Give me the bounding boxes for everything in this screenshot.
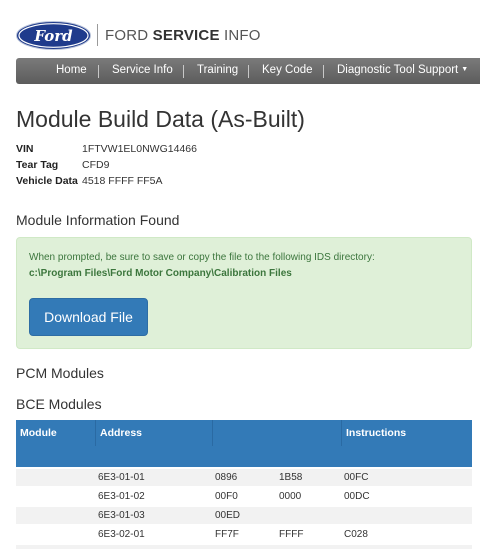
cell-value-1: 0896 [215,472,238,483]
vin-label: VIN [16,143,34,155]
vehicle-data-value: 4518 FFFF FF5A [82,175,163,187]
page-title: Module Build Data (As-Built) [16,106,305,132]
column-header-instructions: Instructions [346,427,407,439]
brand-bold: SERVICE [152,27,220,44]
bce-modules-heading: BCE Modules [16,396,102,412]
cell-value-2: 1B58 [279,472,303,483]
cell-address: 6E3-02-01 [98,529,145,540]
cell-value-3: C028 [344,529,368,540]
brand-divider [97,24,98,46]
cell-value-1: 00ED [215,510,241,521]
nav-diagnostic-label: Diagnostic Tool Support [337,64,459,76]
chevron-down-icon: ▼ [461,66,469,73]
cell-value-1: FF7F [215,529,239,540]
cell-address: 6E3-01-02 [98,491,145,502]
site-header: Ford FORD SERVICE INFO [0,0,480,58]
table-row-partial [16,545,472,549]
cell-value-2: FFFF [279,529,304,540]
table-header: Module Address Instructions [16,420,472,446]
vin-value: 1FTVW1EL0NWG14466 [82,143,197,155]
alert-message: When prompted, be sure to save or copy t… [29,252,375,263]
nav-divider [98,65,99,78]
pcm-modules-heading: PCM Modules [16,365,104,381]
column-divider [341,420,342,446]
success-alert: When prompted, be sure to save or copy t… [16,237,472,349]
column-divider [212,420,213,446]
ford-logo[interactable]: Ford [16,21,91,50]
vehicle-data-label: Vehicle Data [16,175,78,187]
table-row: 6E3-02-01 FF7F FFFF C028 [16,526,472,543]
table-row: 6E3-01-02 00F0 0000 00DC [16,488,472,505]
alert-directory-path: c:\Program Files\Ford Motor Company\Cali… [29,268,292,279]
tear-tag-value: CFD9 [82,159,110,171]
tear-tag-label: Tear Tag [16,159,59,171]
column-divider [95,420,96,446]
cell-address: 6E3-01-01 [98,472,145,483]
column-header-module: Module [20,427,57,439]
nav-training[interactable]: Training [197,64,238,76]
nav-divider [183,65,184,78]
nav-home[interactable]: Home [56,64,87,76]
module-info-heading: Module Information Found [16,212,180,228]
cell-value-2: 0000 [279,491,302,502]
nav-service-info[interactable]: Service Info [112,64,173,76]
brand-prefix: FORD [105,27,153,44]
nav-divider [248,65,249,78]
nav-diagnostic-tool-support[interactable]: Diagnostic Tool Support ▼ [337,64,468,76]
table-row: 6E3-01-01 0896 1B58 00FC [16,469,472,486]
column-header-address: Address [100,427,143,439]
brand-suffix: INFO [219,27,261,44]
brand-title: FORD SERVICE INFO [105,27,261,44]
download-file-button[interactable]: Download File [29,298,148,336]
table-subheader [16,446,472,467]
ford-logo-text: Ford [33,27,73,45]
cell-address: 6E3-01-03 [98,510,145,521]
cell-value-3: 00DC [344,491,370,502]
cell-value-1: 00F0 [215,491,238,502]
cell-value-3: 00FC [344,472,369,483]
table-row: 6E3-01-03 00ED [16,507,472,524]
nav-divider [323,65,324,78]
main-nav: Home Service Info Training Key Code Diag… [16,58,480,84]
nav-key-code[interactable]: Key Code [262,64,313,76]
